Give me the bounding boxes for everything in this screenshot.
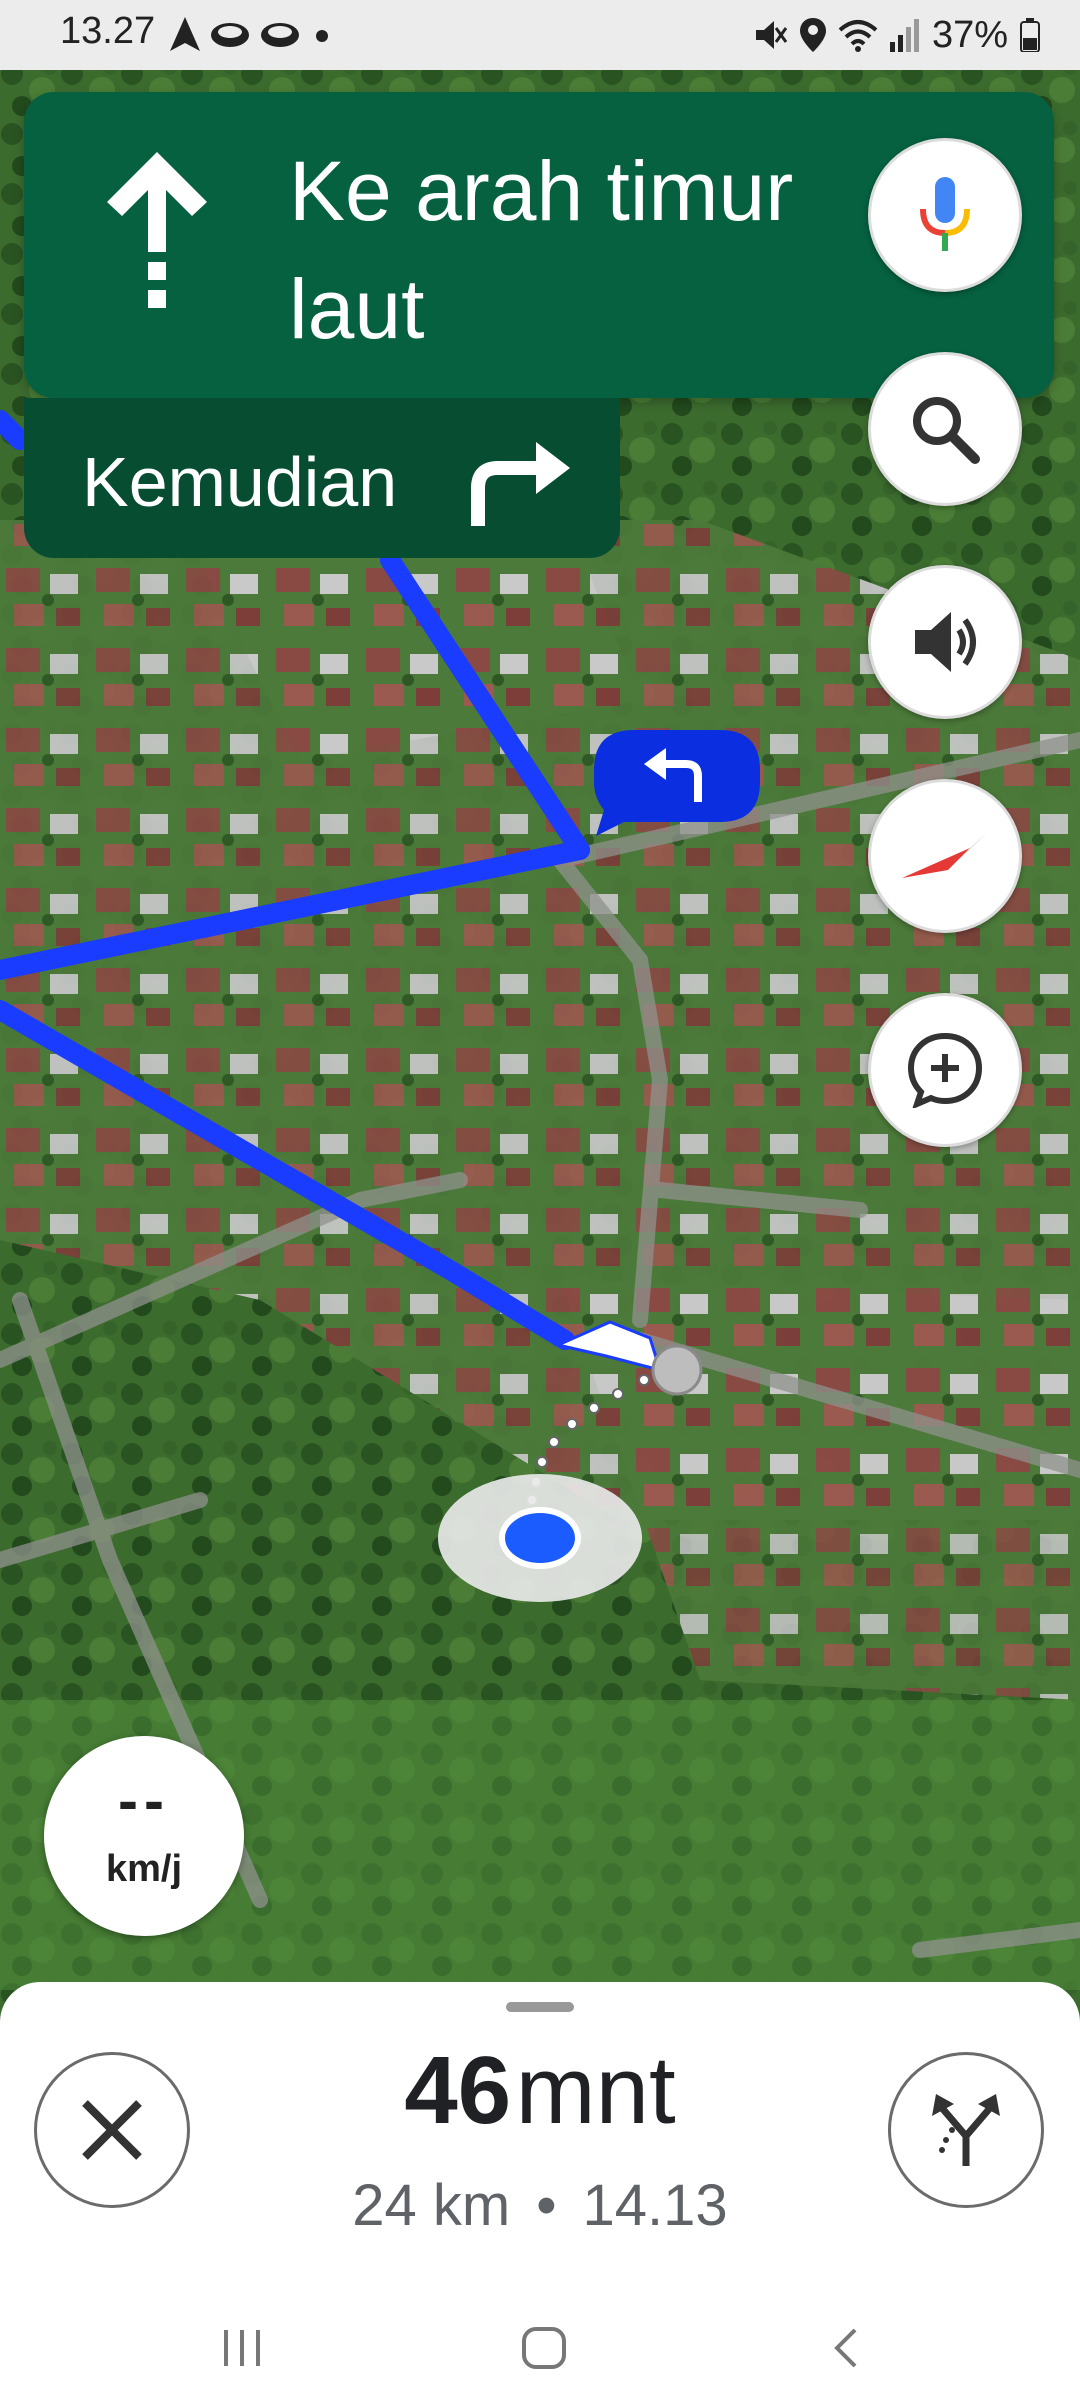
cloud-icon bbox=[261, 23, 299, 47]
report-add-icon bbox=[907, 1032, 983, 1108]
compass-icon bbox=[902, 832, 988, 878]
alternate-routes-button[interactable] bbox=[888, 2052, 1044, 2208]
route-turn-callout[interactable] bbox=[594, 730, 760, 836]
system-navigation-bar bbox=[0, 2288, 1080, 2408]
speed-value: -- bbox=[118, 1767, 170, 1834]
search-button[interactable] bbox=[868, 352, 1022, 506]
voice-search-button[interactable] bbox=[868, 138, 1022, 292]
mute-icon bbox=[755, 21, 788, 49]
wifi-icon bbox=[838, 20, 878, 52]
home-icon bbox=[522, 2327, 566, 2369]
battery-icon bbox=[1020, 18, 1040, 52]
speed-unit: km/j bbox=[105, 1848, 183, 1890]
arrival-time: 14.13 bbox=[582, 2173, 728, 2238]
sound-button[interactable] bbox=[868, 565, 1022, 719]
separator-dot: • bbox=[536, 2173, 557, 2238]
navigation-arrow-icon bbox=[170, 17, 200, 51]
next-step-box[interactable]: Kemudian bbox=[24, 398, 620, 558]
recent-apps-icon bbox=[224, 2330, 260, 2366]
speaker-icon bbox=[915, 612, 976, 672]
speedometer: -- km/j bbox=[44, 1736, 244, 1936]
home-button[interactable] bbox=[504, 2318, 584, 2378]
instruction-text: Ke arah timur laut bbox=[289, 144, 794, 356]
dot-icon bbox=[316, 30, 328, 42]
sheet-drag-handle[interactable] bbox=[506, 2002, 574, 2012]
current-location-dot bbox=[499, 1507, 581, 1569]
compass-button[interactable] bbox=[868, 779, 1022, 933]
then-label: Kemudian bbox=[82, 443, 398, 521]
search-icon bbox=[913, 397, 980, 464]
fork-route-icon bbox=[932, 2094, 1000, 2166]
trip-distance: 24 km bbox=[352, 2173, 511, 2238]
back-icon bbox=[834, 2328, 857, 2368]
add-report-button[interactable] bbox=[868, 993, 1022, 1147]
cloud-icon bbox=[211, 23, 249, 47]
duration-unit: mnt bbox=[515, 2037, 676, 2144]
battery-percent: 37% bbox=[931, 13, 1008, 56]
status-bar: 13.27 37% bbox=[0, 0, 1080, 70]
back-button[interactable] bbox=[806, 2318, 886, 2378]
turn-right-icon bbox=[471, 442, 570, 526]
recent-apps-button[interactable] bbox=[202, 2318, 282, 2378]
microphone-icon bbox=[920, 177, 970, 251]
arrow-up-icon bbox=[107, 152, 207, 308]
location-icon bbox=[799, 18, 826, 52]
signal-icon bbox=[889, 19, 919, 52]
status-time: 13.27 bbox=[60, 10, 156, 52]
duration-number: 46 bbox=[404, 2037, 512, 2144]
